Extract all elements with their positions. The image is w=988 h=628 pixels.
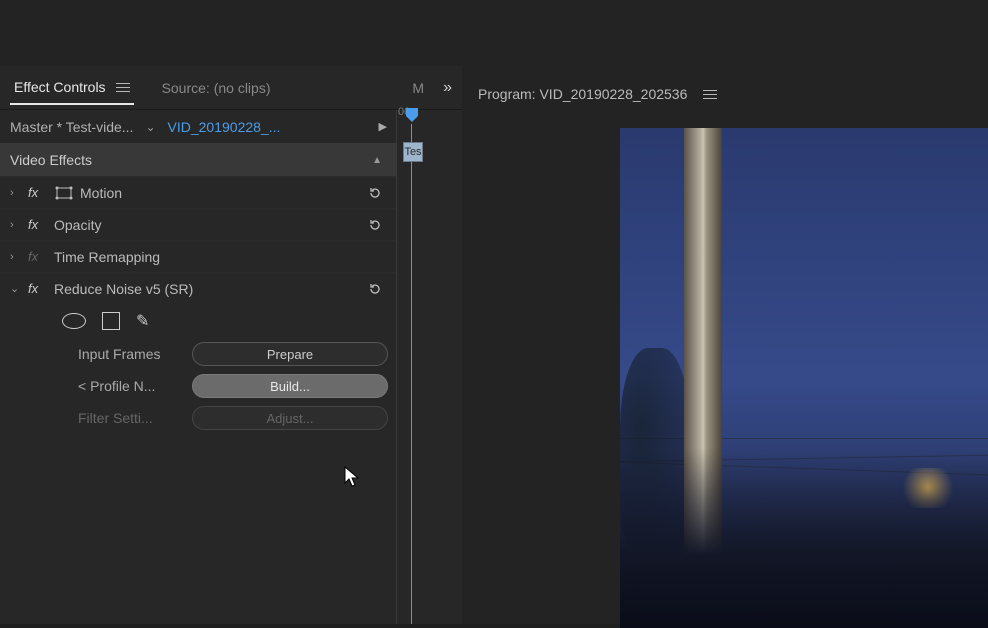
fx-badge: fx xyxy=(28,249,50,264)
effect-controls-panel: Effect Controls Source: (no clips) M » M… xyxy=(0,66,462,624)
expand-arrow-icon[interactable]: › xyxy=(10,187,28,199)
reset-icon[interactable] xyxy=(366,184,384,202)
mask-pen-icon[interactable]: ✎ xyxy=(136,311,149,331)
effect-reduce-noise[interactable]: ⌄ fx Reduce Noise v5 (SR) xyxy=(0,272,396,304)
prepare-button[interactable]: Prepare xyxy=(192,342,388,366)
tab-truncated: M xyxy=(412,80,424,96)
expand-arrow-icon[interactable]: › xyxy=(10,251,28,263)
master-label: Master * Test-vide... xyxy=(10,119,133,135)
adjust-button: Adjust... xyxy=(192,406,388,430)
tab-source[interactable]: Source: (no clips) xyxy=(144,72,275,104)
fx-badge: fx xyxy=(28,185,50,200)
reset-icon[interactable] xyxy=(366,280,384,298)
fx-badge: fx xyxy=(28,217,50,232)
param-input-frames: Input Frames Prepare xyxy=(0,338,396,370)
effect-time-remapping[interactable]: › fx Time Remapping xyxy=(0,240,396,272)
section-label: Video Effects xyxy=(10,152,92,168)
clip-name-link[interactable]: VID_20190228_... xyxy=(168,119,281,135)
chevron-down-icon[interactable]: ⌄ xyxy=(145,120,155,134)
effect-label: Opacity xyxy=(54,217,386,233)
play-icon[interactable]: ▶ xyxy=(379,120,387,133)
mask-rect-icon[interactable] xyxy=(102,312,120,330)
app-topbar xyxy=(0,0,988,66)
collapse-icon: ▲ xyxy=(372,155,382,166)
mini-timeline[interactable]: 00; Tes xyxy=(396,110,462,624)
panel-menu-icon[interactable] xyxy=(703,90,717,99)
scene-ground xyxy=(620,448,988,628)
program-header: Program: VID_20190228_202536 xyxy=(462,76,988,112)
effects-list: Video Effects ▲ › fx Motion › fx Opacity xyxy=(0,144,396,434)
tab-label: Effect Controls xyxy=(14,79,106,95)
workspace: Effect Controls Source: (no clips) M » M… xyxy=(0,66,988,624)
master-clip-row: Master * Test-vide... ⌄ VID_20190228_...… xyxy=(0,110,462,144)
panel-menu-icon[interactable] xyxy=(116,83,130,92)
tab-label: Source: (no clips) xyxy=(162,80,271,96)
expand-arrow-icon[interactable]: › xyxy=(10,219,28,231)
program-monitor-panel: Program: VID_20190228_202536 xyxy=(462,66,988,624)
build-button[interactable]: Build... xyxy=(192,374,388,398)
timeline-clip-tag[interactable]: Tes xyxy=(403,142,423,162)
fx-badge: fx xyxy=(28,281,50,296)
effect-label: Time Remapping xyxy=(54,249,386,265)
effect-motion[interactable]: › fx Motion xyxy=(0,176,396,208)
param-label: < Profile N... xyxy=(78,378,192,394)
effect-label: Motion xyxy=(80,185,386,201)
mask-ellipse-icon[interactable] xyxy=(62,313,86,329)
mask-shapes-row: ✎ xyxy=(0,304,396,338)
param-profile-noise: < Profile N... Build... xyxy=(0,370,396,402)
effect-opacity[interactable]: › fx Opacity xyxy=(0,208,396,240)
collapse-arrow-icon[interactable]: ⌄ xyxy=(10,282,28,295)
playhead-line xyxy=(411,124,412,624)
section-video-effects[interactable]: Video Effects ▲ xyxy=(0,144,396,176)
reset-icon[interactable] xyxy=(366,216,384,234)
param-label: Filter Setti... xyxy=(78,410,192,426)
expand-chevrons-icon[interactable]: » xyxy=(443,79,452,97)
playhead-icon[interactable] xyxy=(404,106,420,124)
effect-label: Reduce Noise v5 (SR) xyxy=(54,281,386,297)
mouse-cursor-icon xyxy=(344,466,362,491)
video-frame xyxy=(620,128,988,628)
panel-tab-row: Effect Controls Source: (no clips) M » xyxy=(0,66,462,110)
tab-effect-controls[interactable]: Effect Controls xyxy=(10,71,134,105)
motion-bounds-icon xyxy=(54,185,74,201)
param-label: Input Frames xyxy=(78,346,192,362)
param-filter-settings: Filter Setti... Adjust... xyxy=(0,402,396,434)
program-title: Program: VID_20190228_202536 xyxy=(478,86,687,102)
program-preview[interactable] xyxy=(462,128,988,628)
